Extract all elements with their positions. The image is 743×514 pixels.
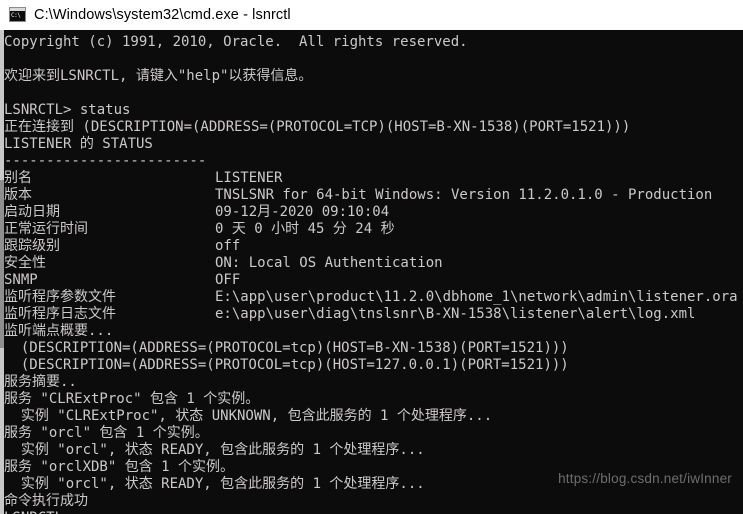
status-row: 别名 LISTENER	[4, 170, 743, 187]
status-row: 跟踪级别 off	[4, 238, 743, 255]
status-label: 监听程序参数文件	[4, 289, 116, 305]
status-value: LISTENER	[215, 170, 283, 186]
console-line: 正在连接到 (DESCRIPTION=(ADDRESS=(PROTOCOL=TC…	[4, 119, 631, 135]
status-label: 版本	[4, 187, 32, 203]
status-value: 0 天 0 小时 45 分 24 秒	[215, 221, 395, 237]
status-label: 别名	[4, 170, 32, 186]
console-line: 实例 "CLRExtProc", 状态 UNKNOWN, 包含此服务的 1 个处…	[4, 408, 493, 424]
cmd-console-icon	[9, 7, 26, 22]
status-value: E:\app\user\product\11.2.0\dbhome_1\netw…	[215, 289, 738, 305]
console-line: 服务摘要..	[4, 374, 77, 390]
console-prompt-line: LSNRCTL> status	[4, 102, 131, 118]
console-text: Copyright (c) 1991, 2010, Oracle. All ri…	[4, 30, 743, 514]
status-label: 正常运行时间	[4, 221, 88, 237]
status-row: SNMP OFF	[4, 272, 743, 289]
cmd-window: C:\Windows\system32\cmd.exe - lsnrctl Co…	[0, 0, 743, 514]
window-titlebar[interactable]: C:\Windows\system32\cmd.exe - lsnrctl	[0, 0, 743, 30]
console-separator: ------------------------	[4, 153, 207, 169]
console-line: LISTENER 的 STATUS	[4, 136, 153, 152]
status-row: 监听程序日志文件 e:\app\user\diag\tnslsnr\B-XN-1…	[4, 306, 743, 323]
status-row: 监听程序参数文件 E:\app\user\product\11.2.0\dbho…	[4, 289, 743, 306]
status-label: 安全性	[4, 255, 46, 271]
console-line: 服务 "CLRExtProc" 包含 1 个实例。	[4, 391, 260, 407]
status-value: e:\app\user\diag\tnslsnr\B-XN-1538\liste…	[215, 306, 696, 322]
status-row: 安全性 ON: Local OS Authentication	[4, 255, 743, 272]
console-line: 实例 "orcl", 状态 READY, 包含此服务的 1 个处理程序...	[4, 442, 425, 458]
status-value: OFF	[215, 272, 241, 288]
console-line: 命令执行成功	[4, 493, 88, 509]
status-value: 09-12月-2020 09:10:04	[215, 204, 390, 220]
console-line: 服务 "orcl" 包含 1 个实例。	[4, 425, 209, 441]
status-row: 启动日期 09-12月-2020 09:10:04	[4, 204, 743, 221]
status-row: 版本 TNSLSNR for 64-bit Windows: Version 1…	[4, 187, 743, 204]
status-value: TNSLSNR for 64-bit Windows: Version 11.2…	[215, 187, 713, 203]
status-value: ON: Local OS Authentication	[215, 255, 443, 271]
console-line: 监听端点概要...	[4, 323, 114, 339]
console-line: 欢迎来到LSNRCTL, 请键入"help"以获得信息。	[4, 68, 313, 84]
console-output-area[interactable]: Copyright (c) 1991, 2010, Oracle. All ri…	[0, 30, 743, 514]
window-title: C:\Windows\system32\cmd.exe - lsnrctl	[34, 6, 291, 23]
status-value: off	[215, 238, 241, 254]
status-label: 监听程序日志文件	[4, 306, 116, 322]
status-label: 启动日期	[4, 204, 60, 220]
console-prompt-line: LSNRCTL>	[4, 510, 743, 514]
status-label: 跟踪级别	[4, 238, 60, 254]
console-line: (DESCRIPTION=(ADDRESS=(PROTOCOL=tcp)(HOS…	[4, 340, 569, 356]
watermark-text: https://blog.csdn.net/iwInner	[558, 471, 732, 486]
status-row: 正常运行时间 0 天 0 小时 45 分 24 秒	[4, 221, 743, 238]
console-line: (DESCRIPTION=(ADDRESS=(PROTOCOL=tcp)(HOS…	[4, 357, 569, 373]
status-label: SNMP	[4, 272, 38, 288]
console-line: Copyright (c) 1991, 2010, Oracle. All ri…	[4, 34, 468, 50]
